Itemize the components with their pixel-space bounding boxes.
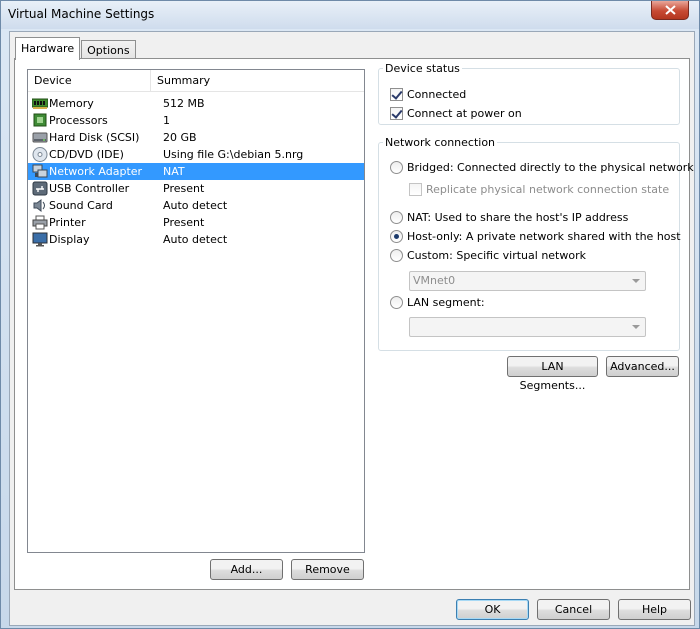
device-row-display[interactable]: Display Auto detect bbox=[28, 231, 364, 248]
column-header-device[interactable]: Device bbox=[28, 70, 151, 91]
close-button[interactable] bbox=[651, 1, 689, 20]
title-bar[interactable]: Virtual Machine Settings bbox=[1, 1, 699, 29]
nat-radio[interactable] bbox=[390, 211, 403, 224]
device-status-legend: Device status bbox=[385, 62, 460, 75]
vmnet-select: VMnet0 bbox=[409, 271, 646, 291]
device-summary: Using file G:\debian 5.nrg bbox=[163, 148, 304, 161]
display-icon bbox=[32, 232, 48, 247]
tab-strip: Hardware Options bbox=[15, 37, 137, 61]
help-button[interactable]: Help bbox=[618, 599, 691, 620]
network-adapter-icon bbox=[32, 164, 48, 179]
hard-disk-icon bbox=[32, 130, 48, 145]
processor-icon bbox=[32, 113, 48, 128]
host-only-option[interactable]: Host-only: A private network shared with… bbox=[390, 230, 681, 243]
add-device-button[interactable]: Add... bbox=[210, 559, 283, 580]
device-row-cd-dvd[interactable]: CD/DVD (IDE) Using file G:\debian 5.nrg bbox=[28, 146, 364, 163]
host-only-label: Host-only: A private network shared with… bbox=[407, 230, 681, 243]
lan-segments-button[interactable]: LAN Segments... bbox=[507, 356, 598, 392]
tab-hardware[interactable]: Hardware bbox=[15, 37, 81, 60]
sound-card-icon bbox=[32, 198, 48, 213]
connect-at-power-on-label: Connect at power on bbox=[407, 107, 522, 120]
connect-at-power-on-option[interactable]: Connect at power on bbox=[390, 107, 522, 120]
network-connection-legend: Network connection bbox=[385, 136, 496, 149]
bridged-radio[interactable] bbox=[390, 161, 403, 174]
printer-icon bbox=[32, 215, 48, 230]
device-name: CD/DVD (IDE) bbox=[49, 148, 124, 161]
custom-option[interactable]: Custom: Specific virtual network bbox=[390, 249, 586, 262]
close-icon bbox=[664, 5, 676, 15]
lan-segment-label: LAN segment: bbox=[407, 296, 485, 309]
usb-icon bbox=[32, 181, 48, 196]
host-only-radio[interactable] bbox=[390, 230, 403, 243]
replicate-state-option: Replicate physical network connection st… bbox=[409, 183, 669, 196]
custom-label: Custom: Specific virtual network bbox=[407, 249, 586, 262]
device-row-memory[interactable]: Memory 512 MB bbox=[28, 95, 364, 112]
device-name: Network Adapter bbox=[49, 165, 143, 178]
hardware-tab-page: Device Summary Memory 512 MB Processors … bbox=[14, 58, 694, 590]
device-summary: NAT bbox=[163, 165, 185, 178]
device-list-header: Device Summary bbox=[28, 70, 364, 92]
replicate-state-checkbox bbox=[409, 183, 422, 196]
device-summary: Auto detect bbox=[163, 233, 228, 246]
device-row-hard-disk[interactable]: Hard Disk (SCSI) 20 GB bbox=[28, 129, 364, 146]
device-name: Printer bbox=[49, 216, 86, 229]
device-row-network-adapter[interactable]: Network Adapter NAT bbox=[28, 163, 364, 180]
bridged-label: Bridged: Connected directly to the physi… bbox=[407, 161, 694, 174]
window-title: Virtual Machine Settings bbox=[8, 7, 155, 21]
lan-segment-select bbox=[409, 317, 646, 337]
bridged-option[interactable]: Bridged: Connected directly to the physi… bbox=[390, 161, 694, 174]
device-name: Display bbox=[49, 233, 90, 246]
device-row-usb-controller[interactable]: USB Controller Present bbox=[28, 180, 364, 197]
replicate-state-label: Replicate physical network connection st… bbox=[426, 183, 670, 196]
device-row-printer[interactable]: Printer Present bbox=[28, 214, 364, 231]
column-header-summary[interactable]: Summary bbox=[151, 70, 210, 91]
device-list[interactable]: Device Summary Memory 512 MB Processors … bbox=[27, 69, 365, 553]
device-summary: 512 MB bbox=[163, 97, 205, 110]
connect-at-power-on-checkbox[interactable] bbox=[390, 107, 403, 120]
device-summary: Auto detect bbox=[163, 199, 228, 212]
connected-option[interactable]: Connected bbox=[390, 88, 466, 101]
device-summary: Present bbox=[163, 182, 205, 195]
connected-checkbox[interactable] bbox=[390, 88, 403, 101]
dialog-client-area: Hardware Options Device Summary Memory 5… bbox=[9, 31, 695, 626]
device-name: Sound Card bbox=[49, 199, 113, 212]
device-summary: 20 GB bbox=[163, 131, 197, 144]
nat-option[interactable]: NAT: Used to share the host's IP address bbox=[390, 211, 628, 224]
nat-label: NAT: Used to share the host's IP address bbox=[407, 211, 629, 224]
device-row-processors[interactable]: Processors 1 bbox=[28, 112, 364, 129]
remove-device-button[interactable]: Remove bbox=[291, 559, 364, 580]
device-summary: 1 bbox=[163, 114, 170, 127]
cancel-button[interactable]: Cancel bbox=[537, 599, 610, 620]
chevron-down-icon bbox=[632, 279, 640, 283]
connected-label: Connected bbox=[407, 88, 467, 101]
custom-radio[interactable] bbox=[390, 249, 403, 262]
cd-dvd-icon bbox=[32, 147, 48, 162]
lan-segment-radio[interactable] bbox=[390, 296, 403, 309]
vmnet-select-value: VMnet0 bbox=[413, 274, 456, 287]
vm-settings-window: Virtual Machine Settings Hardware Option… bbox=[0, 0, 700, 629]
device-summary: Present bbox=[163, 216, 205, 229]
device-name: USB Controller bbox=[49, 182, 130, 195]
advanced-button[interactable]: Advanced... bbox=[606, 356, 679, 377]
device-name: Memory bbox=[49, 97, 94, 110]
chevron-down-icon bbox=[632, 325, 640, 329]
ok-button[interactable]: OK bbox=[456, 599, 529, 620]
device-name: Processors bbox=[49, 114, 108, 127]
memory-icon bbox=[31, 96, 49, 111]
device-name: Hard Disk (SCSI) bbox=[49, 131, 140, 144]
device-row-sound-card[interactable]: Sound Card Auto detect bbox=[28, 197, 364, 214]
lan-segment-option[interactable]: LAN segment: bbox=[390, 296, 485, 309]
